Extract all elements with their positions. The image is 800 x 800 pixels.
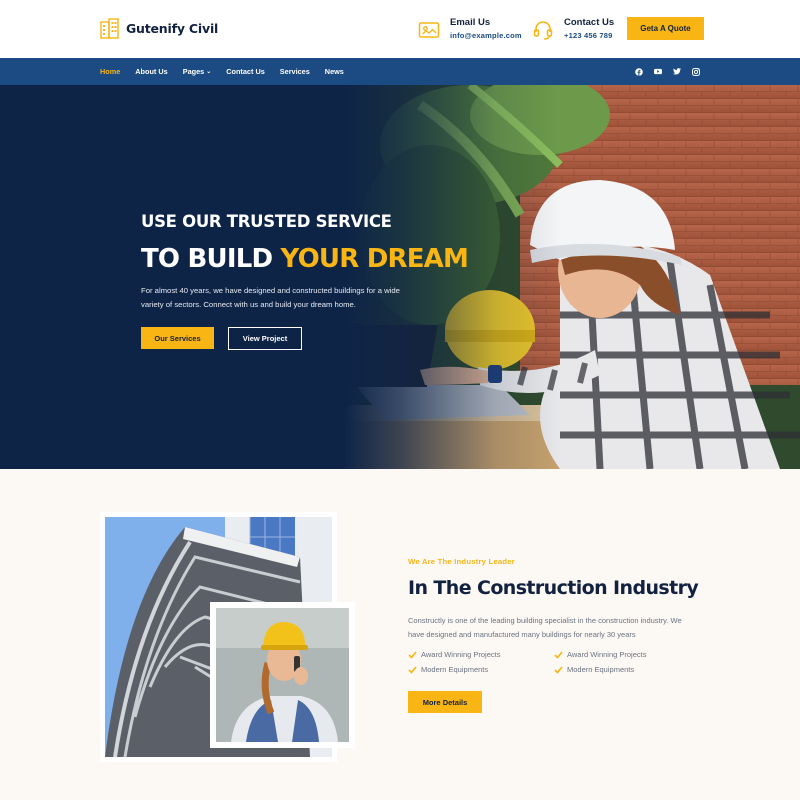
our-services-button[interactable]: Our Services (141, 327, 214, 349)
worker-image (210, 602, 355, 748)
nav-item-contact-us[interactable]: Contact Us (226, 67, 265, 76)
main-navigation: Home About Us Pages ⌄ Contact Us Services… (0, 58, 800, 85)
mail-icon (418, 22, 440, 38)
phone-title: Contact Us (564, 17, 615, 28)
feature-label: Modern Equipments (567, 665, 635, 674)
hero-subtitle: USE OUR TRUSTED SERVICE (141, 212, 392, 231)
check-icon (408, 650, 417, 659)
nav-item-label: Pages (182, 67, 205, 76)
check-icon (554, 665, 563, 674)
email-title: Email Us (450, 17, 491, 28)
worker-photo (216, 608, 349, 742)
nav-menu: Home About Us Pages ⌄ Contact Us Services… (100, 58, 359, 85)
about-section: We Are The Industry Leader In The Constr… (0, 469, 800, 800)
hero-content: USE OUR TRUSTED SERVICE TO BUILD YOUR DR… (141, 212, 469, 350)
nav-item-label: Services (279, 67, 310, 76)
feature-item: Modern Equipments (554, 665, 700, 674)
email-contact[interactable]: Email Us info@example.com (418, 17, 522, 42)
feature-list: Award Winning Projects Award Winning Pro… (408, 650, 698, 674)
section-title: In The Construction Industry (408, 577, 699, 599)
hero-banner: USE OUR TRUSTED SERVICE TO BUILD YOUR DR… (0, 85, 800, 469)
brand-name: Gutenify Civil (126, 21, 219, 36)
headset-icon (533, 21, 553, 40)
feature-label: Award Winning Projects (567, 650, 647, 659)
hero-description: For almost 40 years, we have designed an… (141, 286, 400, 309)
nav-item-label: About Us (135, 67, 168, 76)
phone-contact[interactable]: Contact Us +123 456 789 (532, 17, 614, 42)
instagram-icon[interactable] (692, 67, 700, 76)
hero-title-highlight: YOUR DREAM (280, 244, 469, 274)
top-header: Gutenify Civil Email Us info@example.com… (0, 0, 800, 58)
social-links (624, 58, 700, 85)
more-details-button[interactable]: More Details (408, 691, 482, 713)
nav-item-label: Home (100, 67, 121, 76)
nav-item-news[interactable]: News (325, 67, 344, 76)
building-logo-icon (100, 18, 119, 39)
section-description: Constructly is one of the leading buildi… (408, 616, 682, 639)
nav-item-label: News (324, 67, 344, 76)
email-value[interactable]: info@example.com (450, 29, 522, 42)
hero-buttons: Our Services View Project (141, 327, 441, 350)
nav-item-home[interactable]: Home (100, 67, 120, 76)
nav-item-services[interactable]: Services (280, 67, 310, 76)
hero-title-plain: TO BUILD (141, 244, 281, 274)
twitter-icon[interactable] (673, 68, 681, 76)
nav-item-label: Contact Us (226, 67, 265, 76)
hero-title: TO BUILD YOUR DREAM (141, 244, 469, 274)
phone-value[interactable]: +123 456 789 (564, 29, 614, 42)
get-quote-button[interactable]: Geta A Quote (627, 17, 704, 40)
site-logo[interactable]: Gutenify Civil (100, 18, 218, 39)
check-icon (408, 665, 417, 674)
feature-label: Modern Equipments (421, 665, 489, 674)
feature-item: Modern Equipments (408, 665, 554, 674)
nav-item-pages[interactable]: Pages ⌄ (183, 67, 212, 76)
about-content: We Are The Industry Leader In The Constr… (408, 557, 699, 713)
view-project-button[interactable]: View Project (228, 327, 302, 350)
youtube-icon[interactable] (654, 68, 662, 76)
facebook-icon[interactable] (635, 67, 643, 76)
feature-item: Award Winning Projects (408, 650, 554, 659)
nav-item-about-us[interactable]: About Us (135, 67, 167, 76)
feature-label: Award Winning Projects (421, 650, 501, 659)
check-icon (554, 650, 563, 659)
feature-item: Award Winning Projects (554, 650, 700, 659)
chevron-down-icon: ⌄ (206, 69, 212, 75)
section-eyebrow: We Are The Industry Leader (408, 557, 515, 566)
